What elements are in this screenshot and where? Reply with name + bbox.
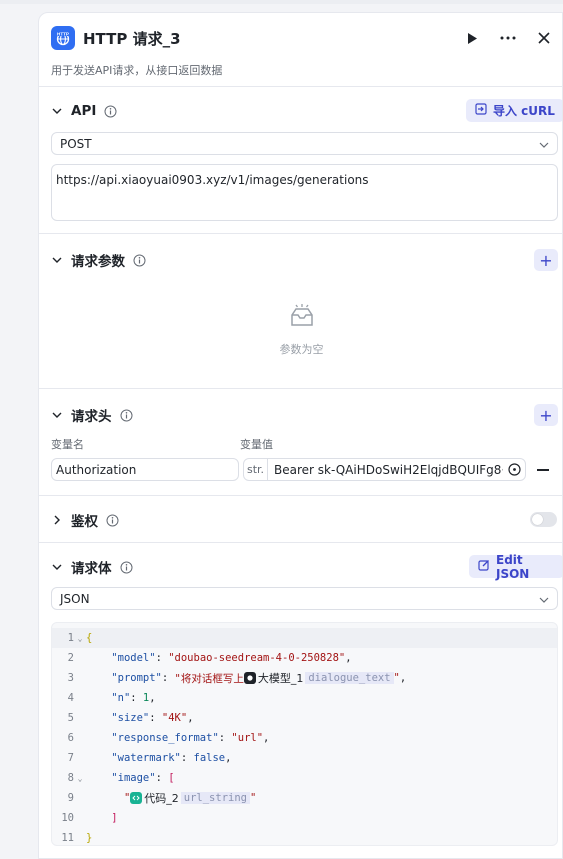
svg-text:HTTP: HTTP xyxy=(57,31,69,36)
code-line: 5 "size": "4K", xyxy=(67,712,194,724)
info-icon[interactable] xyxy=(104,105,117,118)
params-empty-state: 参数为空 xyxy=(39,303,562,357)
reference-variable: url_string xyxy=(180,792,250,804)
api-section-toggle[interactable]: API xyxy=(51,101,117,121)
import-curl-label: 导入 cURL xyxy=(493,104,555,118)
code-line: 4 "n": 1, xyxy=(67,692,156,704)
node-title[interactable]: HTTP 请求_3 xyxy=(83,28,181,49)
empty-box-icon xyxy=(287,303,317,333)
variable-picker-icon[interactable] xyxy=(503,463,525,476)
code-node-icon xyxy=(130,792,143,804)
params-section-toggle[interactable]: 请求参数 xyxy=(51,250,146,270)
header-name-input[interactable]: Authorization xyxy=(51,458,239,481)
info-icon[interactable] xyxy=(133,254,146,267)
url-input[interactable]: https://api.xiaoyuai0903.xyz/v1/images/g… xyxy=(51,164,558,221)
edit-json-label: Edit JSON xyxy=(496,552,530,581)
add-header-button[interactable]: + xyxy=(534,404,558,426)
chevron-down-icon xyxy=(51,564,63,570)
auth-toggle[interactable] xyxy=(530,512,557,527)
header-value-field: str. Bearer sk-QAiHDoSwiH2ElqjdBQUIFg8··… xyxy=(243,458,526,481)
body-format-value: JSON xyxy=(60,591,90,606)
params-section: 请求参数 + 参数为空 xyxy=(39,234,562,389)
fold-icon[interactable]: ⌄ xyxy=(74,634,86,643)
chevron-down-icon xyxy=(539,137,549,151)
header-name-column: 变量名 xyxy=(51,438,84,451)
code-line: 10 ] xyxy=(61,812,118,824)
params-empty-text: 参数为空 xyxy=(279,343,324,356)
chevron-down-icon xyxy=(51,257,63,263)
llm-node-icon xyxy=(243,672,256,684)
node-description[interactable]: 用于发送API请求，从接口返回数据 xyxy=(51,62,222,78)
remove-header-button[interactable] xyxy=(537,469,549,471)
import-curl-button[interactable]: 导入 cURL xyxy=(466,99,562,122)
edit-json-button[interactable]: Edit JSON xyxy=(469,552,562,581)
code-line: 7 "watermark": false, xyxy=(67,752,232,764)
auth-section: 鉴权 xyxy=(39,496,562,543)
body-section-toggle[interactable]: 请求体 xyxy=(51,557,133,577)
json-code-editor[interactable]: 1 ⌄ { 2 "model": "doubao-seedream-4-0-250… xyxy=(51,622,558,846)
body-format-select[interactable]: JSON xyxy=(51,587,558,610)
close-icon[interactable] xyxy=(533,27,555,49)
add-param-button[interactable]: + xyxy=(534,249,558,271)
header-value-column: 变量值 xyxy=(240,438,273,451)
code-line: 1 ⌄ { xyxy=(52,628,557,648)
code-line: 9 " 代码_2 url_string " xyxy=(67,790,257,806)
variable-reference[interactable]: 大模型_1 dialogue_text xyxy=(243,670,394,686)
code-line: 11 } xyxy=(61,832,93,844)
code-line: 2 "model": "doubao-seedream-4-0-250828", xyxy=(67,652,352,664)
method-value: POST xyxy=(60,136,92,151)
auth-section-toggle[interactable]: 鉴权 xyxy=(51,510,119,530)
api-section: API 导入 cURL POST https://api.xiaoyuai090… xyxy=(39,87,562,234)
play-icon[interactable] xyxy=(461,27,483,49)
type-selector[interactable]: str. xyxy=(244,459,268,480)
reference-variable: dialogue_text xyxy=(305,672,394,684)
params-title: 请求参数 xyxy=(71,254,125,270)
chevron-down-icon xyxy=(51,108,63,114)
headers-title: 请求头 xyxy=(71,409,112,425)
chevron-down-icon xyxy=(539,592,549,606)
auth-title: 鉴权 xyxy=(71,514,98,530)
reference-node-name: 大模型_1 xyxy=(257,672,304,685)
reference-node-name: 代码_2 xyxy=(144,792,179,805)
header-value-input[interactable]: Bearer sk-QAiHDoSwiH2ElqjdBQUIFg8··· xyxy=(268,463,503,477)
code-line: 3 "prompt": "将对话框写上 大模型_1 dialogue_text … xyxy=(67,670,407,686)
code-line: 8 ⌄ "image": [ xyxy=(67,772,175,784)
more-icon[interactable] xyxy=(497,27,519,49)
api-title: API xyxy=(71,103,97,119)
info-icon[interactable] xyxy=(120,561,133,574)
fold-icon[interactable]: ⌄ xyxy=(74,774,86,783)
import-icon xyxy=(475,103,487,118)
top-border xyxy=(0,0,563,4)
chevron-down-icon xyxy=(51,412,63,418)
info-icon[interactable] xyxy=(106,514,119,527)
info-icon[interactable] xyxy=(120,409,133,422)
variable-reference[interactable]: 代码_2 url_string xyxy=(130,790,250,806)
edit-icon xyxy=(478,559,490,574)
body-title: 请求体 xyxy=(71,561,112,577)
headers-section-toggle[interactable]: 请求头 xyxy=(51,405,133,425)
method-select[interactable]: POST xyxy=(51,132,558,155)
code-line: 6 "response_format": "url", xyxy=(67,732,270,744)
http-icon: HTTP xyxy=(51,26,75,50)
node-config-panel: HTTP HTTP 请求_3 用于发送API请求，从接口返回数据 API 导入 … xyxy=(38,12,563,859)
body-section: 请求体 Edit JSON JSON 1 ⌄ { 2 "model": "do… xyxy=(39,543,562,858)
headers-section: 请求头 + 变量名 变量值 Authorization str. Bearer … xyxy=(39,389,562,496)
chevron-right-icon xyxy=(51,515,63,525)
panel-header: HTTP HTTP 请求_3 用于发送API请求，从接口返回数据 xyxy=(39,13,562,87)
